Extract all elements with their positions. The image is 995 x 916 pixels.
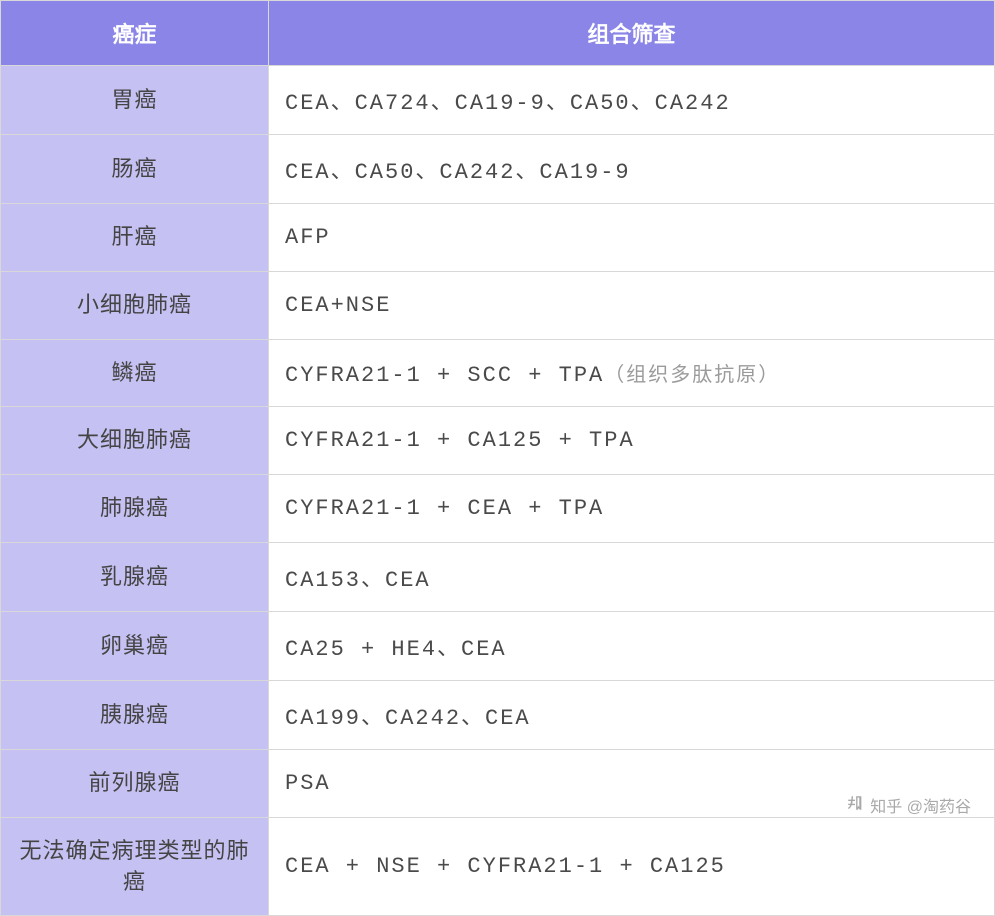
screening-note: （组织多肽抗原） xyxy=(604,365,780,388)
screening-cell: AFP xyxy=(269,204,995,272)
table-row: 肠癌 CEA、CA50、CA242、CA19-9 xyxy=(1,135,995,204)
screening-cell: CYFRA21-1 + CA125 + TPA xyxy=(269,407,995,475)
header-screening: 组合筛查 xyxy=(269,1,995,66)
screening-cell: CEA、CA724、CA19-9、CA50、CA242 xyxy=(269,66,995,135)
cancer-cell: 肺腺癌 xyxy=(1,475,269,543)
screening-text: CEA + NSE + CYFRA21-1 + CA125 xyxy=(285,854,726,879)
screening-text: CEA+NSE xyxy=(285,293,391,318)
screening-text: AFP xyxy=(285,225,331,250)
screening-text: CEA、CA724、CA19-9、CA50、CA242 xyxy=(285,91,731,116)
screening-text: CEA、CA50、CA242、CA19-9 xyxy=(285,160,631,185)
screening-cell: CYFRA21-1 + CEA + TPA xyxy=(269,475,995,543)
screening-cell: CYFRA21-1 + SCC + TPA（组织多肽抗原） xyxy=(269,339,995,407)
cancer-cell: 无法确定病理类型的肺癌 xyxy=(1,817,269,916)
table-row: 胰腺癌 CA199、CA242、CEA xyxy=(1,680,995,749)
cancer-screening-table: 癌症 组合筛查 胃癌 CEA、CA724、CA19-9、CA50、CA242 肠癌 C… xyxy=(0,0,995,916)
table-row: 小细胞肺癌 CEA+NSE xyxy=(1,271,995,339)
screening-text: CYFRA21-1 + SCC + TPA xyxy=(285,363,604,388)
table-row: 前列腺癌 PSA xyxy=(1,749,995,817)
screening-cell: CEA+NSE xyxy=(269,271,995,339)
cancer-cell: 鳞癌 xyxy=(1,339,269,407)
table-row: 无法确定病理类型的肺癌 CEA + NSE + CYFRA21-1 + CA125 xyxy=(1,817,995,916)
header-row: 癌症 组合筛查 xyxy=(1,1,995,66)
table-row: 大细胞肺癌 CYFRA21-1 + CA125 + TPA xyxy=(1,407,995,475)
screening-text: CYFRA21-1 + CEA + TPA xyxy=(285,496,604,521)
cancer-cell: 胰腺癌 xyxy=(1,680,269,749)
cancer-cell: 小细胞肺癌 xyxy=(1,271,269,339)
screening-text: CYFRA21-1 + CA125 + TPA xyxy=(285,428,635,453)
cancer-cell: 胃癌 xyxy=(1,66,269,135)
cancer-cell: 卵巢癌 xyxy=(1,611,269,680)
table-row: 乳腺癌 CA153、CEA xyxy=(1,542,995,611)
cancer-cell: 乳腺癌 xyxy=(1,542,269,611)
screening-cell: CA153、CEA xyxy=(269,542,995,611)
screening-cell: PSA xyxy=(269,749,995,817)
screening-text: CA25 + HE4、CEA xyxy=(285,637,507,662)
header-cancer: 癌症 xyxy=(1,1,269,66)
screening-cell: CA199、CA242、CEA xyxy=(269,680,995,749)
table-row: 胃癌 CEA、CA724、CA19-9、CA50、CA242 xyxy=(1,66,995,135)
screening-text: CA199、CA242、CEA xyxy=(285,706,531,731)
cancer-cell: 肝癌 xyxy=(1,204,269,272)
screening-cell: CA25 + HE4、CEA xyxy=(269,611,995,680)
screening-text: PSA xyxy=(285,771,331,796)
screening-cell: CEA + NSE + CYFRA21-1 + CA125 xyxy=(269,817,995,916)
table-row: 鳞癌CYFRA21-1 + SCC + TPA（组织多肽抗原） xyxy=(1,339,995,407)
table-row: 肝癌 AFP xyxy=(1,204,995,272)
cancer-cell: 前列腺癌 xyxy=(1,749,269,817)
table-body: 胃癌 CEA、CA724、CA19-9、CA50、CA242 肠癌 CEA、CA50、… xyxy=(1,66,995,916)
table-row: 肺腺癌 CYFRA21-1 + CEA + TPA xyxy=(1,475,995,543)
table-row: 卵巢癌 CA25 + HE4、CEA xyxy=(1,611,995,680)
cancer-cell: 大细胞肺癌 xyxy=(1,407,269,475)
screening-text: CA153、CEA xyxy=(285,568,431,593)
screening-cell: CEA、CA50、CA242、CA19-9 xyxy=(269,135,995,204)
cancer-cell: 肠癌 xyxy=(1,135,269,204)
